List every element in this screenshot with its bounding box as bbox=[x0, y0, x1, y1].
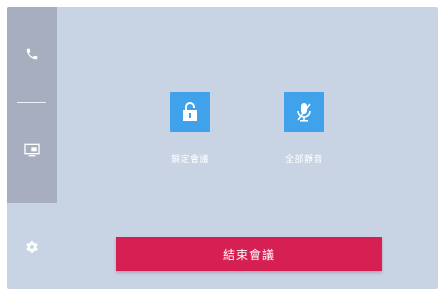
mute-all-button[interactable] bbox=[284, 92, 324, 132]
sidebar bbox=[7, 7, 57, 203]
sidebar-item-call[interactable] bbox=[7, 37, 57, 71]
mic-muted-icon bbox=[297, 103, 311, 122]
sidebar-divider bbox=[17, 102, 46, 103]
screen-share-icon bbox=[24, 143, 40, 157]
end-meeting-button[interactable]: 結束會議 bbox=[116, 237, 382, 271]
lock-meeting-button[interactable] bbox=[170, 92, 210, 132]
meeting-panel: 鎖定會議 全部靜音 結束會議 bbox=[7, 7, 438, 289]
settings-button[interactable] bbox=[7, 230, 57, 264]
lock-meeting-label: 鎖定會議 bbox=[170, 154, 209, 164]
gear-icon bbox=[26, 241, 38, 253]
sidebar-item-screen[interactable] bbox=[7, 133, 57, 167]
mute-all-label: 全部靜音 bbox=[284, 154, 323, 164]
phone-icon bbox=[26, 48, 38, 60]
lock-open-icon bbox=[183, 102, 197, 121]
